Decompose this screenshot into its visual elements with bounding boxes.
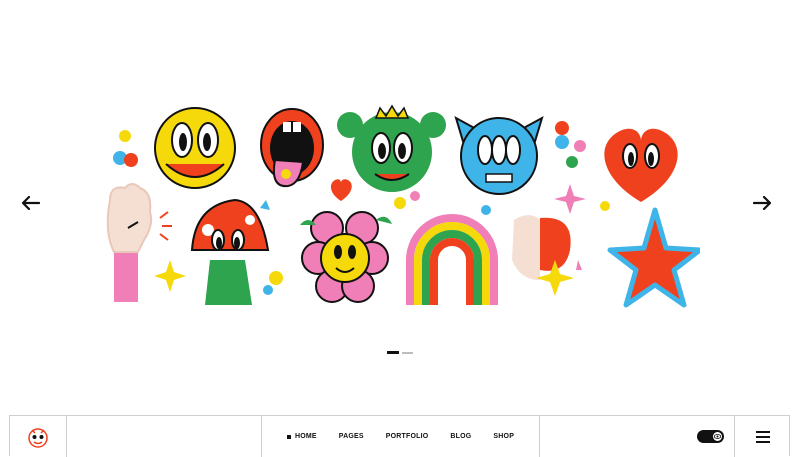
cartoon-stickers-illustration	[106, 104, 700, 308]
cartoon-face-logo-icon	[28, 427, 48, 448]
yellow-smiley-sticker	[154, 107, 236, 189]
nav-item-label: BLOG	[450, 433, 472, 440]
nav-item-portfolio[interactable]: PORTFOLIO	[386, 433, 429, 440]
theme-toggle[interactable]	[697, 430, 724, 443]
slider-prev-button[interactable]	[18, 190, 44, 216]
flower-sticker	[300, 211, 392, 303]
arrow-right-icon	[753, 196, 771, 210]
main-menu: HOME PAGES PORTFOLIO BLOG SHOP	[262, 416, 540, 457]
hamburger-menu-icon	[756, 428, 770, 446]
bottom-navigation-bar: HOME PAGES PORTFOLIO BLOG SHOP	[9, 415, 791, 457]
nav-item-label: SHOP	[493, 433, 515, 440]
mushroom-sticker	[190, 198, 283, 305]
nav-item-shop[interactable]: SHOP	[493, 433, 514, 440]
ok-hand-sticker	[106, 183, 172, 302]
nav-item-home[interactable]: HOME	[286, 433, 317, 440]
slider-next-button[interactable]	[749, 190, 775, 216]
rainbow-sticker	[406, 214, 498, 305]
nav-item-blog[interactable]: BLOG	[450, 433, 471, 440]
menu-button[interactable]	[735, 416, 791, 457]
logo-link[interactable]	[10, 416, 67, 457]
toggle-knob	[713, 432, 722, 441]
green-bear-sticker	[337, 104, 446, 192]
hero-slider	[0, 0, 800, 410]
arrow-left-icon	[22, 196, 40, 210]
active-marker-icon	[286, 434, 291, 439]
slider-dot-1[interactable]	[387, 351, 399, 354]
star-sticker	[607, 207, 700, 308]
red-heart-sticker	[604, 128, 678, 202]
eye-icon	[714, 434, 721, 439]
slider-dot-2[interactable]	[402, 351, 413, 354]
nav-spacer	[67, 416, 262, 457]
nav-item-label: HOME	[294, 433, 317, 440]
nav-item-pages[interactable]: PAGES	[339, 433, 364, 440]
slider-pagination	[387, 351, 413, 354]
blue-cat-sticker	[454, 115, 544, 195]
abstract-blob-sticker	[512, 215, 582, 296]
mouth-tongue-sticker	[260, 108, 324, 188]
nav-item-label: PORTFOLIO	[385, 433, 429, 440]
toggle-area	[540, 416, 735, 457]
nav-item-label: PAGES	[338, 433, 364, 440]
